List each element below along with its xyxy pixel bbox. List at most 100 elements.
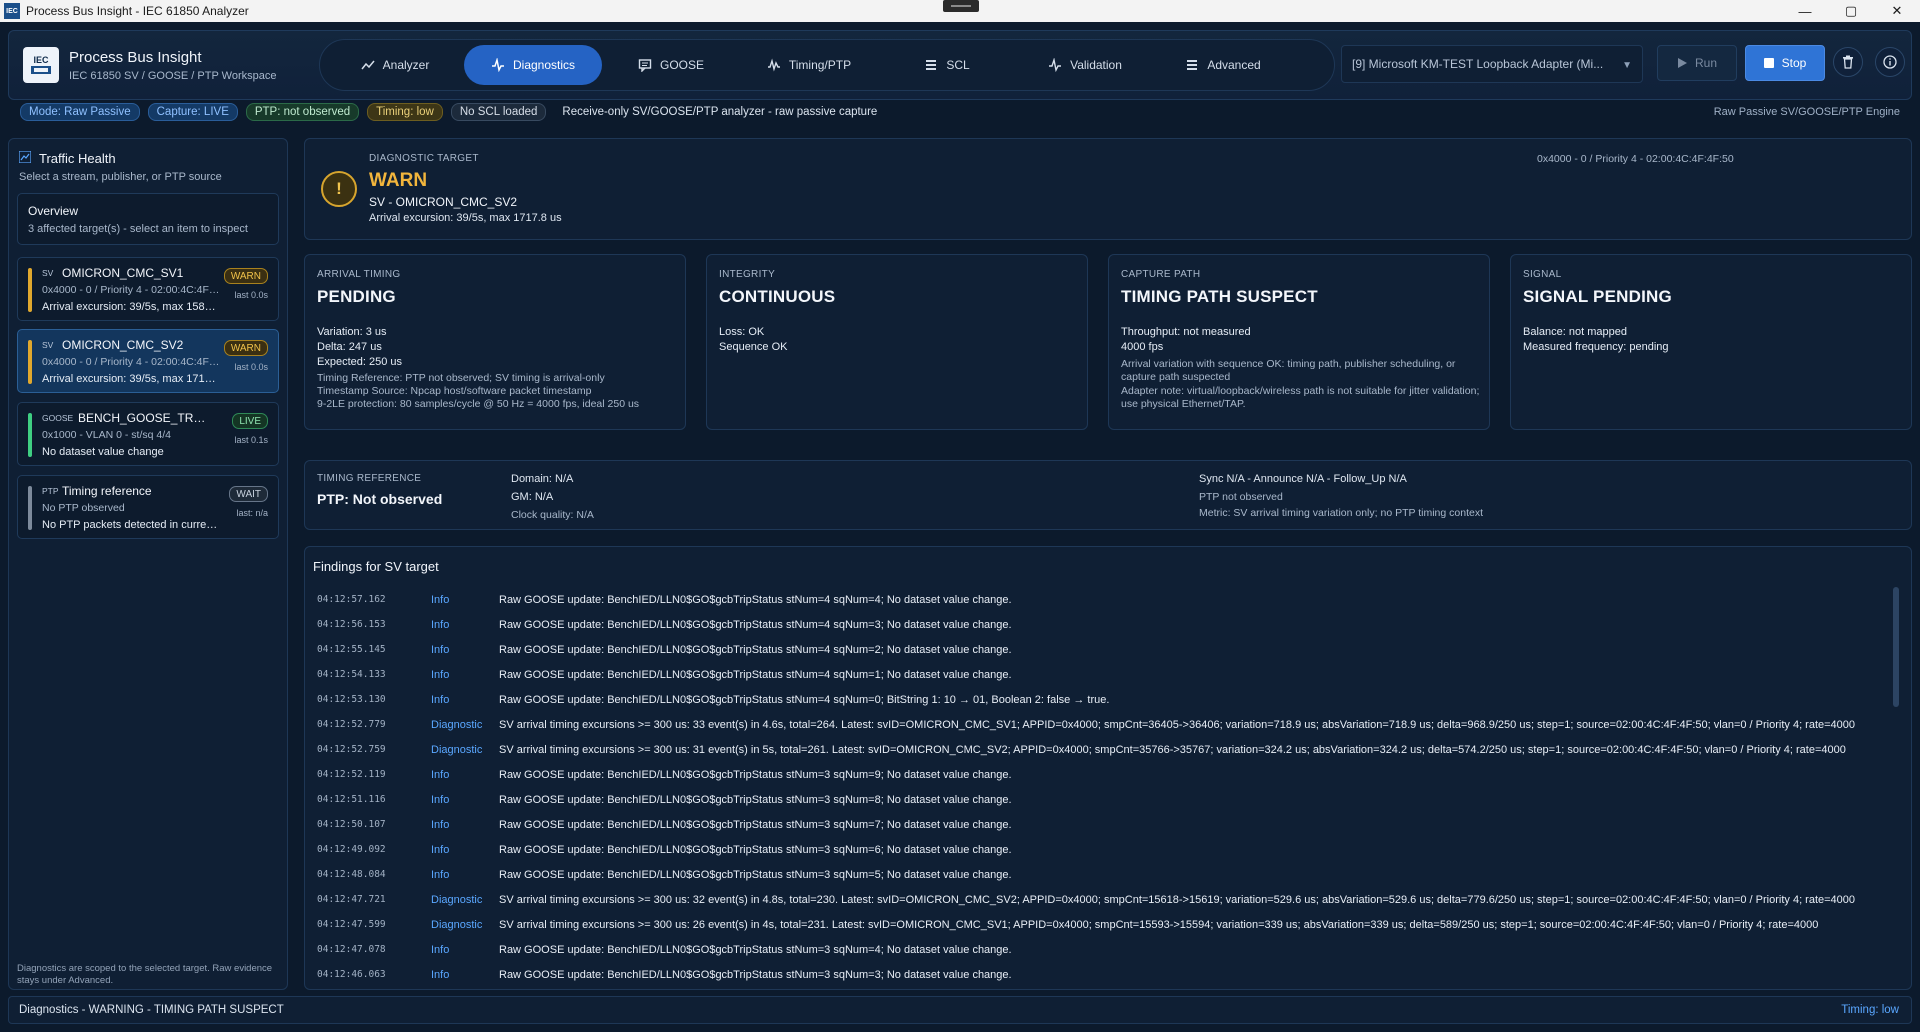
findings-scrollbar[interactable] xyxy=(1893,587,1899,707)
finding-timestamp: 04:12:51.116 xyxy=(317,794,386,805)
adapter-value: [9] Microsoft KM-TEST Loopback Adapter (… xyxy=(1352,57,1604,71)
finding-timestamp: 04:12:54.133 xyxy=(317,669,386,680)
tab-diagnostics[interactable]: Diagnostics xyxy=(464,45,602,85)
table-row[interactable]: 04:12:57.162 Info Raw GOOSE update: BenchI… xyxy=(317,587,1891,612)
timing-reference-panel: TIMING REFERENCE PTP: Not observed Domai… xyxy=(304,460,1912,530)
drag-grip[interactable] xyxy=(943,0,979,12)
sidebar-item-ptp[interactable]: PTP Timing reference No PTP observed No … xyxy=(17,475,279,539)
brand-logo-text: IEC xyxy=(33,55,49,65)
finding-message: SV arrival timing excursions >= 300 us: … xyxy=(499,893,1856,906)
timing-ref-value: PTP: Not observed xyxy=(317,491,443,507)
close-button[interactable]: ✕ xyxy=(1874,0,1920,22)
app-header: IEC Process Bus Insight IEC 61850 SV / G… xyxy=(8,30,1912,100)
overview-item[interactable]: Overview 3 affected target(s) - select a… xyxy=(17,193,279,245)
findings-title: Findings for SV target xyxy=(313,559,439,574)
table-row[interactable]: 04:12:52.759 Diagnostic SV arrival timing … xyxy=(317,737,1891,762)
tab-label: Validation xyxy=(1070,58,1122,72)
tab-timing-ptp[interactable]: Timing/PTP xyxy=(740,45,878,85)
finding-message: SV arrival timing excursions >= 300 us: … xyxy=(499,743,1846,756)
ptp-message-counts: Sync N/A - Announce N/A - Follow_Up N/A xyxy=(1199,473,1407,485)
card-line: Variation: 3 us xyxy=(317,326,387,338)
card-note: Adapter note: virtual/loopback/wireless … xyxy=(1121,385,1480,410)
table-row[interactable]: 04:12:47.599 Diagnostic SV arrival timing … xyxy=(317,912,1891,937)
finding-timestamp: 04:12:47.599 xyxy=(317,919,386,930)
card-note: 9-2LE protection: 80 samples/cycle @ 50 … xyxy=(317,398,640,410)
table-row[interactable]: 04:12:47.721 Diagnostic SV arrival timing … xyxy=(317,887,1891,912)
finding-timestamp: 04:12:56.153 xyxy=(317,619,386,630)
sidebar-item-sv2[interactable]: SV OMICRON_CMC_SV2 0x4000 - 0 / Priority… xyxy=(17,329,279,393)
finding-message: Raw GOOSE update: BenchIED/LLN0$GO$gcbTr… xyxy=(499,968,1012,981)
table-row[interactable]: 04:12:52.779 Diagnostic SV arrival timing … xyxy=(317,712,1891,737)
finding-severity: Diagnostic xyxy=(431,893,483,906)
status-bar xyxy=(28,340,32,384)
tab-label: Advanced xyxy=(1207,58,1261,72)
maximize-button[interactable]: ▢ xyxy=(1828,0,1874,22)
tab-analyzer[interactable]: Analyzer xyxy=(326,45,464,85)
table-row[interactable]: 04:12:47.078 Info Raw GOOSE update: BenchI… xyxy=(317,937,1891,962)
minimize-button[interactable]: — xyxy=(1782,0,1828,22)
tab-advanced[interactable]: Advanced xyxy=(1154,45,1292,85)
table-row[interactable]: 04:12:56.153 Info Raw GOOSE update: BenchI… xyxy=(317,612,1891,637)
stop-button[interactable]: Stop xyxy=(1745,45,1825,81)
finding-message: SV arrival timing excursions >= 300 us: … xyxy=(499,718,1856,731)
clear-button[interactable] xyxy=(1833,47,1863,77)
health-chart-icon xyxy=(19,151,31,163)
finding-message: Raw GOOSE update: BenchIED/LLN0$GO$gcbTr… xyxy=(499,593,1012,606)
item-detail: No PTP observed xyxy=(42,502,125,514)
card-caption: ARRIVAL TIMING xyxy=(317,269,401,280)
table-row[interactable]: 04:12:49.092 Info Raw GOOSE update: BenchI… xyxy=(317,837,1891,862)
item-name: BENCH_GOOSE_TRIP_STATUS xyxy=(78,411,208,425)
item-summary: No dataset value change xyxy=(42,446,164,458)
table-row[interactable]: 04:12:52.119 Info Raw GOOSE update: BenchI… xyxy=(317,762,1891,787)
finding-severity: Info xyxy=(431,768,450,781)
tab-label: Timing/PTP xyxy=(788,58,852,72)
item-last-seen: last: n/a xyxy=(236,508,268,518)
adapter-select[interactable]: [9] Microsoft KM-TEST Loopback Adapter (… xyxy=(1341,45,1643,83)
info-button[interactable] xyxy=(1875,47,1905,77)
table-row[interactable]: 04:12:55.145 Info Raw GOOSE update: BenchI… xyxy=(317,637,1891,662)
sidebar-item-goose[interactable]: GOOSE BENCH_GOOSE_TRIP_STATUS 0x1000 - V… xyxy=(17,402,279,466)
card-note: Timing Reference: PTP not observed; SV t… xyxy=(317,372,605,384)
card-value: TIMING PATH SUSPECT xyxy=(1121,287,1318,306)
scl-chip: No SCL loaded xyxy=(450,103,547,121)
table-row[interactable]: 04:12:48.084 Info Raw GOOSE update: BenchI… xyxy=(317,862,1891,887)
play-icon xyxy=(1677,58,1687,68)
bottom-status-left: Diagnostics - WARNING - TIMING PATH SUSP… xyxy=(19,1004,284,1016)
finding-severity: Info xyxy=(431,693,450,706)
message-icon xyxy=(638,59,652,72)
finding-message: Raw GOOSE update: BenchIED/LLN0$GO$gcbTr… xyxy=(499,843,1012,856)
table-row[interactable]: 04:12:51.116 Info Raw GOOSE update: BenchI… xyxy=(317,787,1891,812)
table-row[interactable]: 04:12:46.063 Info Raw GOOSE update: BenchI… xyxy=(317,962,1891,987)
tab-label: Diagnostics xyxy=(512,58,576,72)
status-bar xyxy=(28,413,32,457)
card-line: Measured frequency: pending xyxy=(1523,341,1669,353)
ptp-status-note: PTP not observed xyxy=(1199,491,1283,503)
brand-logo-icon: IEC xyxy=(23,47,59,83)
info-icon xyxy=(1883,55,1897,69)
finding-severity: Info xyxy=(431,618,450,631)
status-bar xyxy=(28,268,32,312)
timing-chip: Timing: low xyxy=(367,103,443,121)
item-name: OMICRON_CMC_SV1 xyxy=(62,266,184,280)
run-label: Run xyxy=(1694,56,1717,70)
card-note: Timestamp Source: Npcap host/software pa… xyxy=(317,385,592,397)
tab-scl[interactable]: SCL xyxy=(878,45,1016,85)
timing-ref-caption: TIMING REFERENCE xyxy=(317,473,422,484)
validation-pulse-icon xyxy=(1049,58,1062,72)
finding-timestamp: 04:12:50.107 xyxy=(317,819,386,830)
table-row[interactable]: 04:12:50.107 Info Raw GOOSE update: BenchI… xyxy=(317,812,1891,837)
overview-subtitle: 3 affected target(s) - select an item to… xyxy=(28,223,248,235)
table-row[interactable]: 04:12:53.130 Info Raw GOOSE update: BenchI… xyxy=(317,687,1891,712)
stop-label: Stop xyxy=(1781,56,1807,70)
table-row[interactable]: 04:12:54.133 Info Raw GOOSE update: BenchI… xyxy=(317,662,1891,687)
card-line: 4000 fps xyxy=(1121,341,1164,353)
engine-label: Raw Passive SV/GOOSE/PTP Engine xyxy=(1713,106,1900,118)
tab-goose[interactable]: GOOSE xyxy=(602,45,740,85)
sidebar-item-sv1[interactable]: SV OMICRON_CMC_SV1 0x4000 - 0 / Priority… xyxy=(17,257,279,321)
run-button[interactable]: Run xyxy=(1657,45,1737,81)
finding-message: Raw GOOSE update: BenchIED/LLN0$GO$gcbTr… xyxy=(499,868,1012,881)
tab-validation[interactable]: Validation xyxy=(1016,45,1154,85)
arrival-timing-card: ARRIVAL TIMING PENDING Variation: 3 us D… xyxy=(304,254,686,430)
warning-icon: ! xyxy=(321,171,357,207)
finding-timestamp: 04:12:52.119 xyxy=(317,769,386,780)
